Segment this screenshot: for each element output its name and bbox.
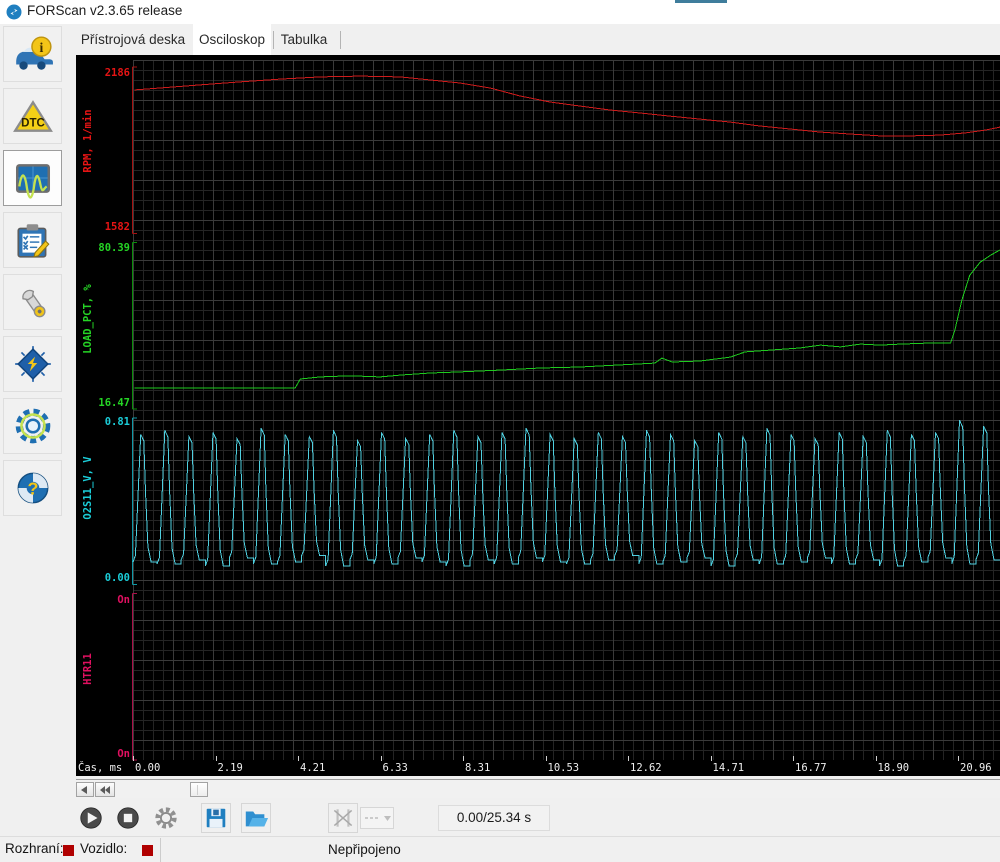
rpm-axis-max: 2186 bbox=[104, 67, 130, 79]
sidebar-item-service[interactable] bbox=[3, 274, 62, 330]
vehicle-status-indicator bbox=[142, 845, 153, 856]
x-axis-tick-label: 0.00 bbox=[135, 762, 161, 774]
x-axis-tick-label: 18.90 bbox=[877, 762, 910, 774]
load-axis-max: 80.39 bbox=[98, 242, 130, 254]
sidebar-item-vehicle-info[interactable]: i bbox=[3, 26, 62, 82]
x-axis-tick bbox=[628, 756, 629, 761]
tab-separator-1 bbox=[273, 31, 274, 49]
oscilloscope-toolbar: 0.00/25.34 s bbox=[76, 800, 1000, 836]
x-axis-title: Čas, ms bbox=[78, 762, 123, 774]
x-axis-tick bbox=[875, 756, 877, 761]
tab-separator-2 bbox=[340, 31, 341, 49]
sidebar-item-help[interactable]: ? bbox=[3, 460, 62, 516]
x-axis-tick-label: 20.96 bbox=[960, 762, 992, 774]
play-button[interactable] bbox=[76, 803, 106, 833]
x-axis-tick bbox=[380, 756, 382, 761]
vehicle-label: Vozidlo: bbox=[80, 841, 128, 856]
floppy-disk-icon bbox=[206, 808, 226, 828]
o2s11-axis-title: O2S11_V, V bbox=[82, 456, 94, 520]
gear-icon bbox=[155, 807, 177, 829]
x-axis-tick-label: 12.62 bbox=[630, 762, 662, 774]
o2s11-axis-min: 0.00 bbox=[104, 572, 130, 584]
sidebar-item-service-procedures[interactable] bbox=[3, 212, 62, 268]
svg-text:?: ? bbox=[27, 478, 38, 498]
view-tab-bar: Přístrojová deska Osciloskop Tabulka bbox=[68, 24, 1000, 55]
play-icon bbox=[80, 807, 102, 829]
status-bar: Rozhraní: Vozidlo: Nepřipojeno bbox=[0, 836, 1000, 862]
htr11-axis-min: On bbox=[117, 748, 130, 760]
x-axis-tick bbox=[710, 756, 712, 761]
x-axis-tick-label: 2.19 bbox=[217, 762, 243, 774]
load-axis-min: 16.47 bbox=[98, 397, 130, 409]
x-axis-tick bbox=[958, 756, 959, 761]
sidebar-item-oscilloscope[interactable] bbox=[3, 150, 62, 206]
sidebar-item-dtc[interactable]: DTC bbox=[3, 88, 62, 144]
oscilloscope-wave-icon bbox=[15, 164, 50, 199]
sidebar-item-configuration[interactable] bbox=[3, 398, 62, 454]
main-navigation-sidebar: i DTC ? bbox=[0, 24, 68, 836]
window-title-bar: FORScan v2.3.65 release bbox=[0, 0, 1000, 24]
save-button[interactable] bbox=[201, 803, 231, 833]
line-style-select[interactable] bbox=[360, 807, 394, 829]
chip-module-icon bbox=[14, 346, 51, 382]
stop-icon bbox=[117, 807, 139, 829]
clipboard-checklist-icon bbox=[16, 224, 49, 258]
settings-button[interactable] bbox=[151, 803, 181, 833]
help-question-icon: ? bbox=[17, 472, 48, 504]
x-axis-tick bbox=[215, 756, 217, 761]
time-position-display: 0.00/25.34 s bbox=[438, 805, 550, 831]
car-info-icon: i bbox=[15, 36, 53, 70]
plot-trace-layer bbox=[132, 66, 1000, 761]
interface-label: Rozhraní: bbox=[5, 841, 64, 856]
sidebar-item-module-programming[interactable] bbox=[3, 336, 62, 392]
scroll-left-button[interactable] bbox=[76, 782, 94, 797]
x-axis-tick-label: 6.33 bbox=[382, 762, 408, 774]
tab-table[interactable]: Tabulka bbox=[276, 24, 332, 55]
x-axis-tick bbox=[463, 756, 464, 761]
connection-status-panel: Nepřipojeno bbox=[160, 838, 555, 862]
rpm-axis-min: 1582 bbox=[104, 221, 130, 233]
o2s11-axis-max: 0.81 bbox=[104, 416, 130, 428]
x-axis-tick bbox=[133, 756, 134, 761]
stop-button[interactable] bbox=[113, 803, 143, 833]
dtc-warning-triangle-icon: DTC bbox=[12, 100, 53, 132]
x-axis-tick-label: 16.77 bbox=[795, 762, 827, 774]
double-arrow-left-icon bbox=[100, 785, 110, 794]
oscilloscope-plot[interactable]: 2186 1582 RPM, 1/min 80.39 16.47 LOAD_PC… bbox=[76, 55, 1000, 776]
x-axis-tick-label: 4.21 bbox=[300, 762, 326, 774]
crossed-markers-icon bbox=[333, 809, 353, 827]
rpm-axis-title: RPM, 1/min bbox=[82, 109, 94, 173]
background-window-edge bbox=[675, 0, 727, 3]
plot-horizontal-scrollbar[interactable] bbox=[76, 779, 1000, 798]
wrench-icon bbox=[21, 289, 46, 318]
tab-oscilloscope[interactable]: Osciloskop bbox=[193, 24, 271, 55]
x-axis-tick bbox=[793, 756, 794, 761]
window-title: FORScan v2.3.65 release bbox=[27, 3, 183, 18]
htr11-axis-title: HTR11 bbox=[82, 653, 94, 685]
tab-dashboard[interactable]: Přístrojová deska bbox=[74, 24, 192, 55]
x-axis-tick bbox=[545, 756, 547, 761]
x-axis-tick-label: 10.53 bbox=[547, 762, 580, 774]
x-axis-tick-label: 8.31 bbox=[465, 762, 491, 774]
dashed-line-icon bbox=[365, 816, 391, 821]
gear-icon bbox=[15, 408, 50, 444]
arrow-left-icon bbox=[81, 785, 87, 794]
open-folder-icon bbox=[245, 811, 269, 827]
connection-status-text: Nepřipojeno bbox=[328, 842, 401, 857]
clear-markers-button[interactable] bbox=[328, 803, 358, 833]
htr11-axis-max: On bbox=[117, 594, 130, 606]
forscan-logo-icon bbox=[6, 4, 22, 20]
open-button[interactable] bbox=[241, 803, 271, 833]
svg-text:i: i bbox=[39, 40, 43, 55]
interface-status-indicator bbox=[63, 845, 74, 856]
page-left-button[interactable] bbox=[95, 782, 115, 797]
x-axis-tick bbox=[298, 756, 299, 761]
scroll-thumb[interactable] bbox=[190, 782, 208, 797]
svg-text:DTC: DTC bbox=[21, 118, 45, 130]
x-axis-tick-label: 14.71 bbox=[712, 762, 745, 774]
